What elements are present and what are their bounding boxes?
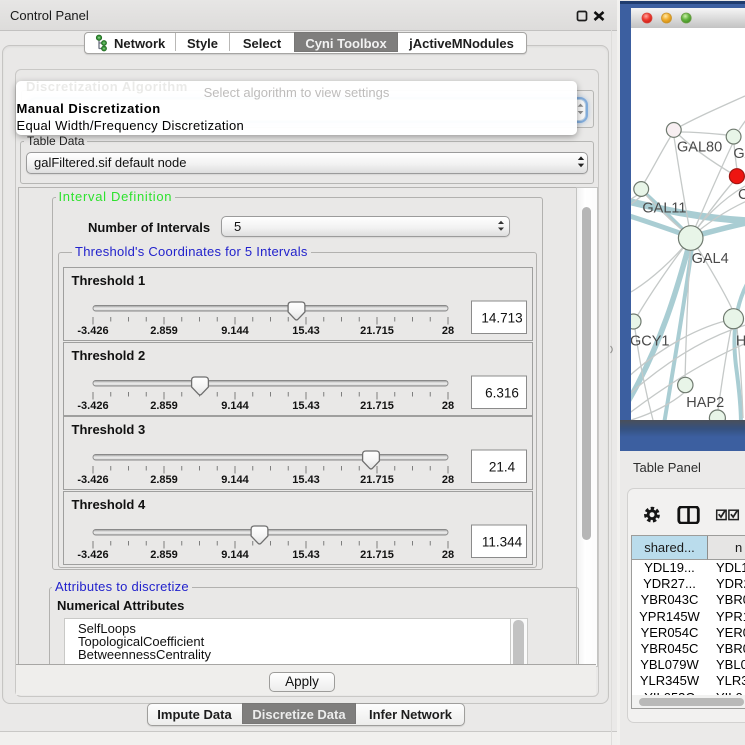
- svg-text:28: 28: [442, 325, 454, 337]
- svg-text:9.144: 9.144: [221, 549, 249, 561]
- svg-text:2.859: 2.859: [150, 549, 178, 561]
- svg-text:GAL11: GAL11: [642, 200, 686, 216]
- svg-text:GA: GA: [733, 146, 745, 162]
- svg-text:2.859: 2.859: [150, 400, 178, 412]
- svg-text:21.715: 21.715: [360, 474, 394, 486]
- svg-text:2.859: 2.859: [150, 325, 178, 337]
- svg-text:28: 28: [442, 549, 454, 561]
- svg-text:-3.426: -3.426: [77, 549, 108, 561]
- svg-text:-3.426: -3.426: [77, 400, 108, 412]
- svg-text:28: 28: [442, 474, 454, 486]
- svg-text:H: H: [736, 333, 745, 349]
- svg-text:21.4: 21.4: [489, 460, 516, 475]
- svg-text:9.144: 9.144: [221, 474, 249, 486]
- svg-text:21.715: 21.715: [360, 549, 394, 561]
- svg-text:HAP2: HAP2: [686, 395, 724, 411]
- svg-text:15.43: 15.43: [292, 325, 320, 337]
- svg-text:21.715: 21.715: [360, 400, 394, 412]
- svg-text:GAL4: GAL4: [692, 251, 729, 267]
- svg-text:Threshold 1: Threshold 1: [72, 273, 146, 288]
- svg-text:GCY1: GCY1: [631, 333, 670, 349]
- svg-text:6.316: 6.316: [485, 385, 519, 400]
- svg-text:9.144: 9.144: [221, 400, 249, 412]
- svg-text:14.713: 14.713: [481, 311, 522, 326]
- svg-text:28: 28: [442, 400, 454, 412]
- svg-text:11.344: 11.344: [482, 535, 523, 550]
- svg-text:15.43: 15.43: [292, 400, 320, 412]
- svg-text:21.715: 21.715: [360, 325, 394, 337]
- svg-text:15.43: 15.43: [292, 549, 320, 561]
- svg-text:CD: CD: [738, 187, 745, 203]
- svg-text:Threshold 4: Threshold 4: [72, 497, 146, 512]
- svg-text:Threshold 2: Threshold 2: [72, 348, 146, 363]
- svg-text:Threshold 3: Threshold 3: [72, 422, 146, 437]
- svg-text:-3.426: -3.426: [77, 474, 108, 486]
- svg-text:2.859: 2.859: [150, 474, 178, 486]
- svg-text:GAL80: GAL80: [677, 139, 722, 155]
- svg-text:-3.426: -3.426: [77, 325, 108, 337]
- svg-text:9.144: 9.144: [221, 325, 249, 337]
- svg-text:15.43: 15.43: [292, 474, 320, 486]
